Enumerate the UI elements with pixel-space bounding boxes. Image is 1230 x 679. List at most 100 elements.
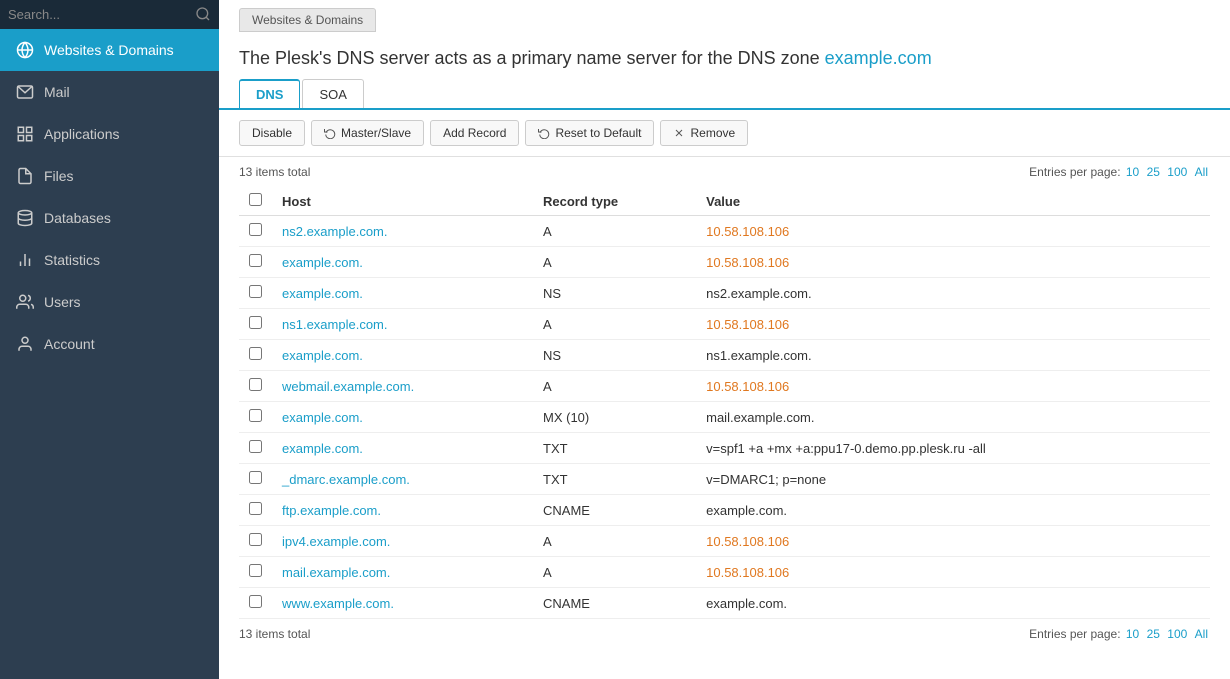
items-total-bottom: 13 items total <box>239 627 310 641</box>
host-link[interactable]: webmail.example.com. <box>282 379 414 394</box>
record-value: example.com. <box>696 495 1210 526</box>
reset-to-default-button[interactable]: Reset to Default <box>525 120 654 146</box>
reset-label: Reset to Default <box>555 126 641 140</box>
domain-link[interactable]: example.com <box>825 48 932 68</box>
sidebar-item-label: Statistics <box>44 252 100 268</box>
record-value: ns1.example.com. <box>696 340 1210 371</box>
row-checkbox-2[interactable] <box>249 285 262 298</box>
sidebar-item-label: Files <box>44 168 74 184</box>
record-value: v=DMARC1; p=none <box>696 464 1210 495</box>
record-type: NS <box>533 278 696 309</box>
page-header: The Plesk's DNS server acts as a primary… <box>219 32 1230 79</box>
table-meta-bottom: 13 items total Entries per page: 10 25 1… <box>219 619 1230 649</box>
tab-soa[interactable]: SOA <box>302 79 363 108</box>
record-type: NS <box>533 340 696 371</box>
record-type: A <box>533 371 696 402</box>
table-header-value: Value <box>696 187 1210 216</box>
host-link[interactable]: mail.example.com. <box>282 565 390 580</box>
files-icon <box>16 167 34 185</box>
table-row: example.com. NSns1.example.com. <box>239 340 1210 371</box>
row-checkbox-6[interactable] <box>249 409 262 422</box>
sidebar-item-databases[interactable]: Databases <box>0 197 219 239</box>
tab-dns[interactable]: DNS <box>239 79 300 108</box>
entries-25[interactable]: 25 <box>1147 165 1160 179</box>
sidebar-item-label: Applications <box>44 126 120 142</box>
page-header-text: The Plesk's DNS server acts as a primary… <box>239 48 825 68</box>
sidebar-item-files[interactable]: Files <box>0 155 219 197</box>
account-icon <box>16 335 34 353</box>
sidebar-item-users[interactable]: Users <box>0 281 219 323</box>
table-header-record-type: Record type <box>533 187 696 216</box>
master-slave-label: Master/Slave <box>341 126 411 140</box>
entries-100[interactable]: 100 <box>1167 165 1187 179</box>
sidebar-item-account[interactable]: Account <box>0 323 219 365</box>
tabs-bar: DNS SOA <box>219 79 1230 110</box>
table-row: ns2.example.com.A10.58.108.106 <box>239 216 1210 247</box>
row-checkbox-10[interactable] <box>249 533 262 546</box>
record-value: 10.58.108.106 <box>696 557 1210 588</box>
entries-100-bottom[interactable]: 100 <box>1167 627 1187 641</box>
row-checkbox-7[interactable] <box>249 440 262 453</box>
row-checkbox-1[interactable] <box>249 254 262 267</box>
host-link[interactable]: ns2.example.com. <box>282 224 388 239</box>
entries-10-bottom[interactable]: 10 <box>1126 627 1139 641</box>
record-value: mail.example.com. <box>696 402 1210 433</box>
entries-all[interactable]: All <box>1195 165 1208 179</box>
host-link[interactable]: _dmarc.example.com. <box>282 472 410 487</box>
row-checkbox-9[interactable] <box>249 502 262 515</box>
select-all-checkbox[interactable] <box>249 193 262 206</box>
sync-icon <box>324 127 336 139</box>
entries-per-page-top: Entries per page: 10 25 100 All <box>1029 165 1210 179</box>
row-checkbox-4[interactable] <box>249 347 262 360</box>
record-value: 10.58.108.106 <box>696 216 1210 247</box>
table-header-checkbox <box>239 187 272 216</box>
entries-10[interactable]: 10 <box>1126 165 1139 179</box>
record-type: TXT <box>533 464 696 495</box>
master-slave-button[interactable]: Master/Slave <box>311 120 424 146</box>
row-checkbox-5[interactable] <box>249 378 262 391</box>
remove-label: Remove <box>690 126 735 140</box>
sidebar: Websites & Domains Mail Applications Fil… <box>0 0 219 679</box>
sidebar-item-websites-domains[interactable]: Websites & Domains <box>0 29 219 71</box>
host-link[interactable]: ns1.example.com. <box>282 317 388 332</box>
host-link[interactable]: ipv4.example.com. <box>282 534 390 549</box>
x-icon <box>673 127 685 139</box>
main-content: Websites & Domains The Plesk's DNS serve… <box>219 0 1230 679</box>
sidebar-item-applications[interactable]: Applications <box>0 113 219 155</box>
host-link[interactable]: example.com. <box>282 255 363 270</box>
host-link[interactable]: example.com. <box>282 286 363 301</box>
add-record-button[interactable]: Add Record <box>430 120 519 146</box>
dns-table-wrapper: Host Record type Value ns2.example.com.A… <box>219 187 1230 619</box>
disable-button[interactable]: Disable <box>239 120 305 146</box>
sidebar-item-mail[interactable]: Mail <box>0 71 219 113</box>
breadcrumb: Websites & Domains <box>239 8 376 32</box>
table-row: ns1.example.com.A10.58.108.106 <box>239 309 1210 340</box>
row-checkbox-0[interactable] <box>249 223 262 236</box>
table-row: example.com.TXTv=spf1 +a +mx +a:ppu17-0.… <box>239 433 1210 464</box>
record-value: 10.58.108.106 <box>696 526 1210 557</box>
row-checkbox-11[interactable] <box>249 564 262 577</box>
items-total-top: 13 items total <box>239 165 310 179</box>
host-link[interactable]: example.com. <box>282 410 363 425</box>
sidebar-item-statistics[interactable]: Statistics <box>0 239 219 281</box>
stats-icon <box>16 251 34 269</box>
record-type: A <box>533 309 696 340</box>
db-icon <box>16 209 34 227</box>
entries-per-page-bottom: Entries per page: 10 25 100 All <box>1029 627 1210 641</box>
dns-table: Host Record type Value ns2.example.com.A… <box>239 187 1210 619</box>
remove-button[interactable]: Remove <box>660 120 748 146</box>
entries-all-bottom[interactable]: All <box>1195 627 1208 641</box>
row-checkbox-3[interactable] <box>249 316 262 329</box>
host-link[interactable]: ftp.example.com. <box>282 503 381 518</box>
host-link[interactable]: example.com. <box>282 441 363 456</box>
host-link[interactable]: example.com. <box>282 348 363 363</box>
table-row: mail.example.com.A10.58.108.106 <box>239 557 1210 588</box>
row-checkbox-8[interactable] <box>249 471 262 484</box>
host-link[interactable]: www.example.com. <box>282 596 394 611</box>
actions-bar: Disable Master/Slave Add Record Reset to… <box>219 110 1230 157</box>
row-checkbox-12[interactable] <box>249 595 262 608</box>
record-value: 10.58.108.106 <box>696 247 1210 278</box>
entries-25-bottom[interactable]: 25 <box>1147 627 1160 641</box>
record-value: v=spf1 +a +mx +a:ppu17-0.demo.pp.plesk.r… <box>696 433 1210 464</box>
search-input[interactable] <box>8 7 195 22</box>
